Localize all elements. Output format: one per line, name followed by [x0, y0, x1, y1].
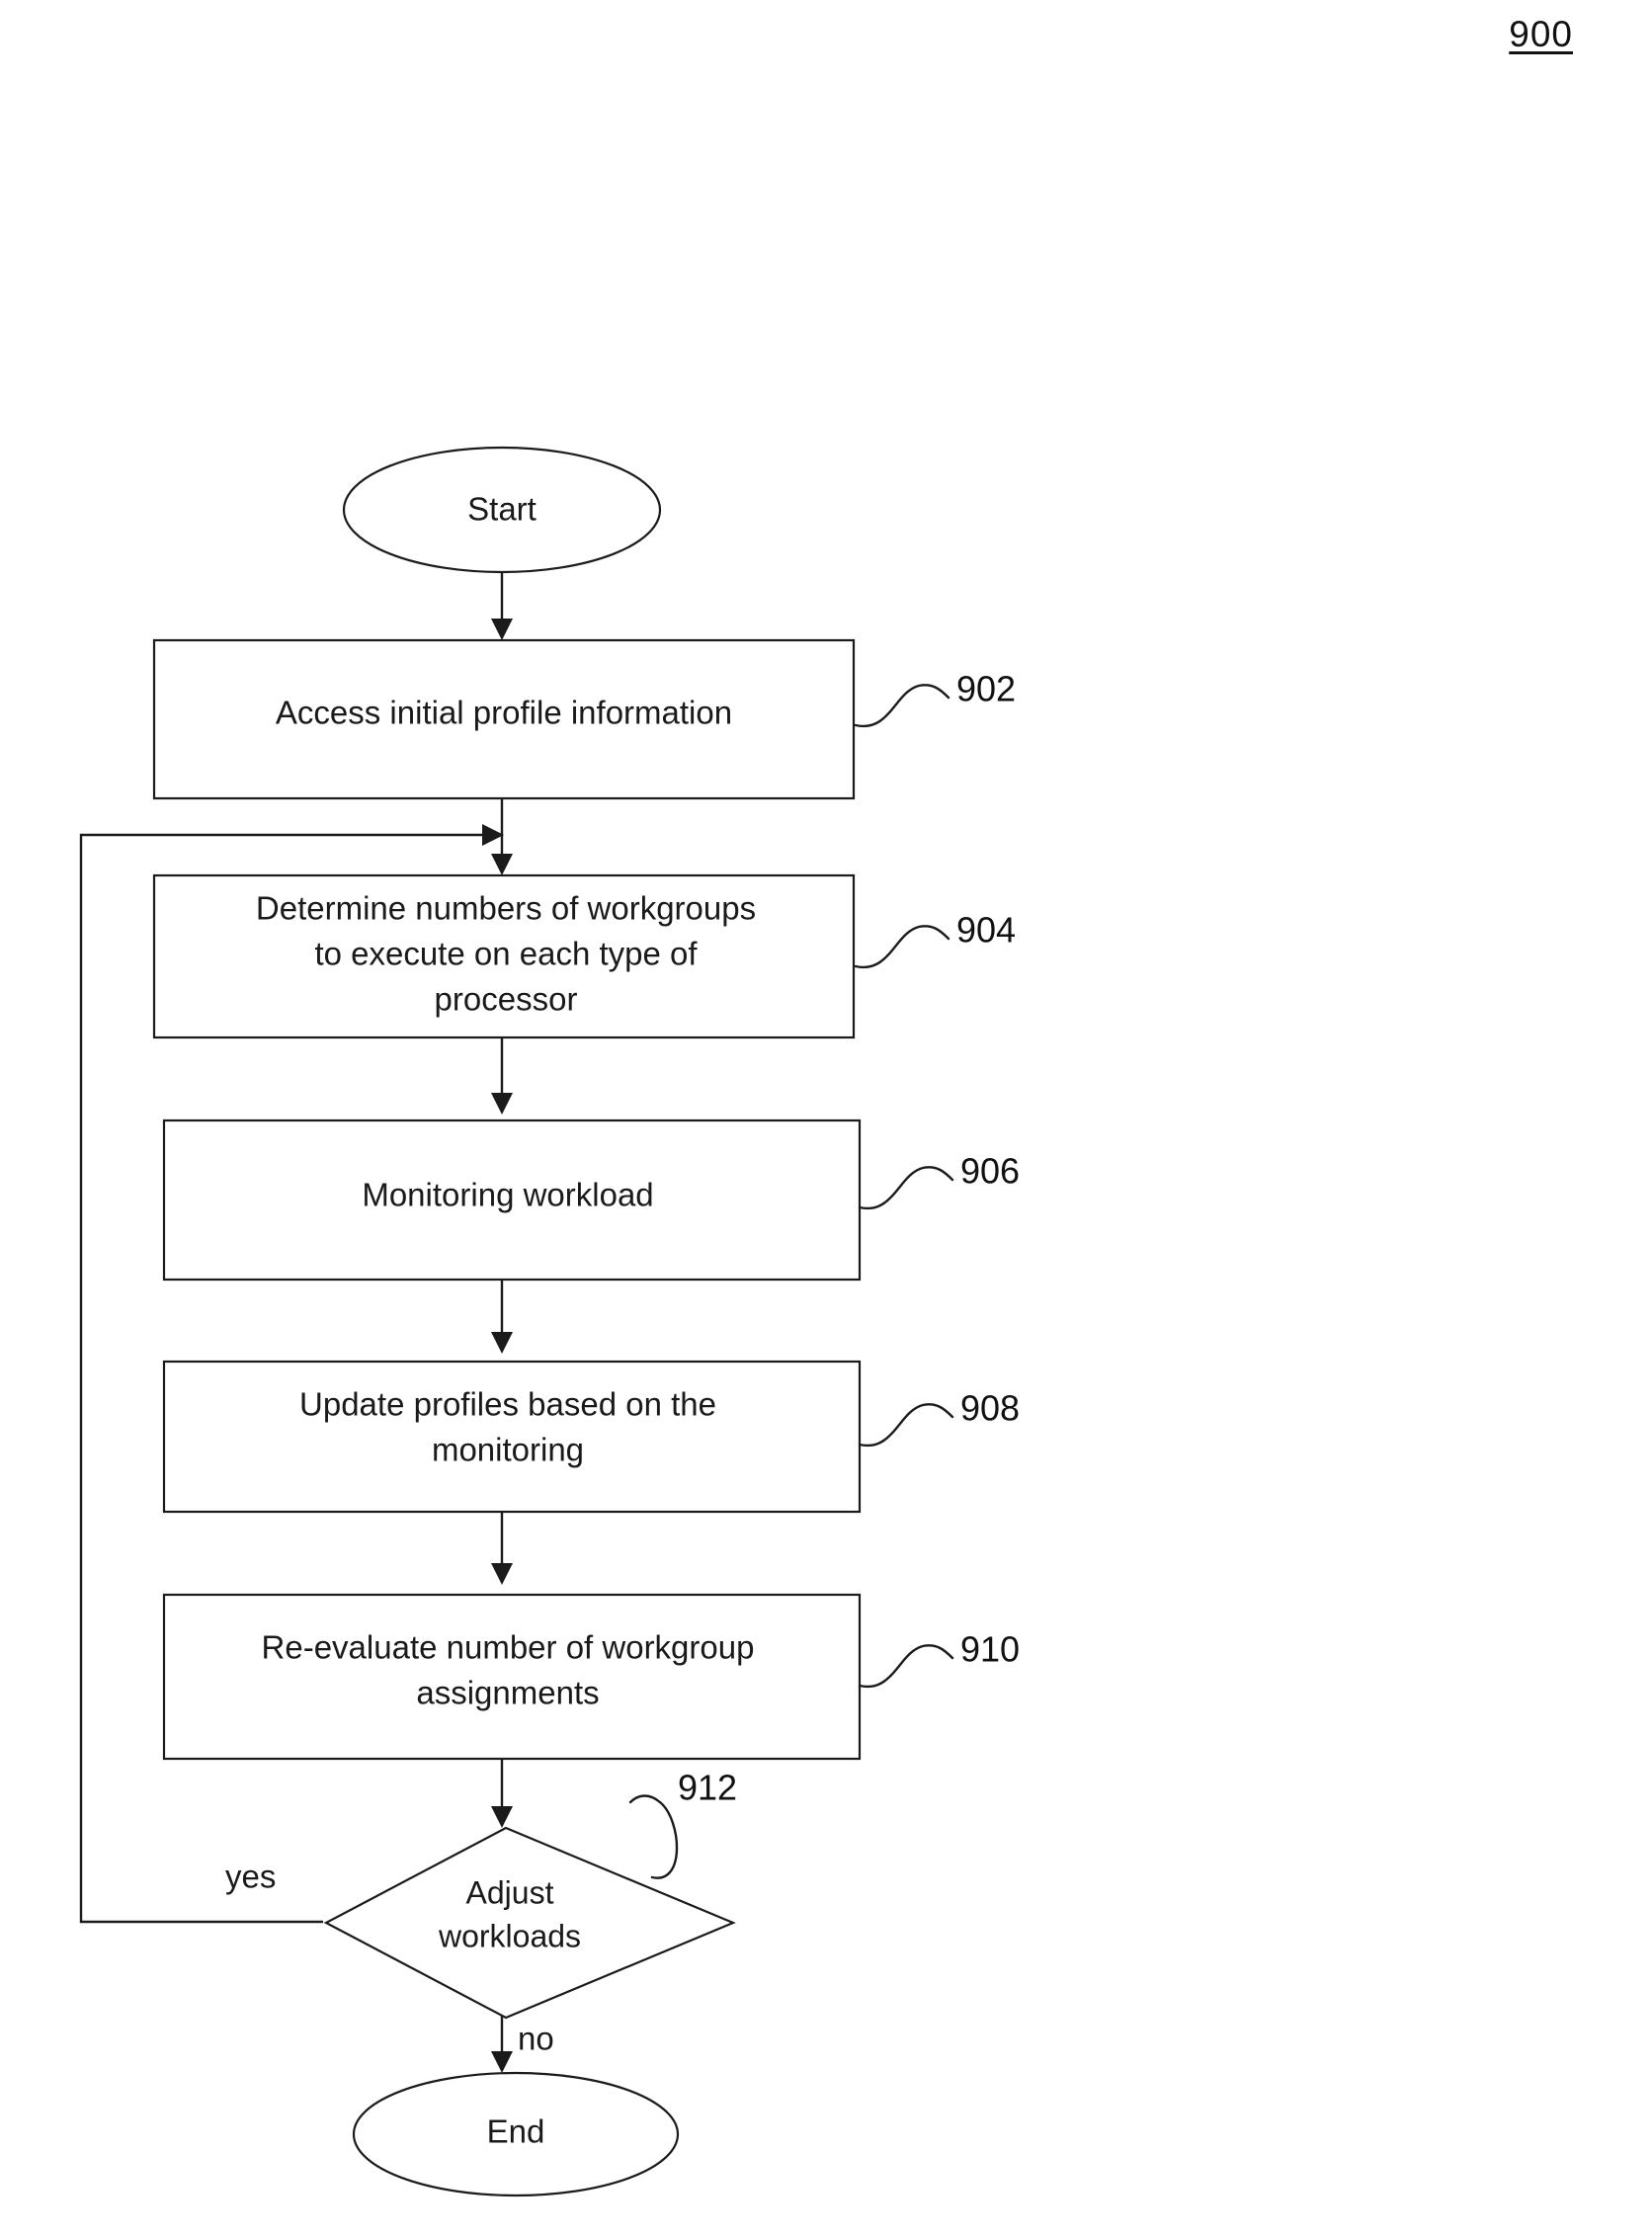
connector-906-to-908	[491, 1280, 513, 1354]
ref-label-906: 906	[960, 1151, 1020, 1192]
ref-leader-902: 902	[854, 669, 1016, 728]
ref-leader-906: 906	[858, 1151, 1020, 1210]
ref-leader-912: 912	[628, 1768, 737, 1879]
ref-label-912: 912	[678, 1768, 737, 1808]
node-end-label: End	[487, 2113, 545, 2150]
node-step-906-label: Monitoring workload	[362, 1177, 653, 1213]
node-step-902[interactable]: Access initial profile information	[152, 638, 856, 800]
edge-label-no: no	[518, 2021, 554, 2057]
node-step-908-line1: Update profiles based on the	[299, 1386, 716, 1423]
node-decision-912[interactable]: Adjust workloads	[323, 1826, 736, 2020]
edge-label-yes: yes	[225, 1859, 276, 1895]
node-decision-912-line2: workloads	[438, 1918, 581, 1953]
node-step-910[interactable]: Re-evaluate number of workgroup assignme…	[162, 1593, 862, 1761]
flowchart-canvas: Start Access initial profile information…	[79, 446, 1020, 2197]
node-step-910-line2: assignments	[416, 1675, 599, 1711]
ref-label-904: 904	[956, 910, 1016, 951]
node-step-902-label: Access initial profile information	[276, 695, 732, 731]
ref-leader-904: 904	[854, 910, 1016, 969]
connector-910-to-912	[491, 1759, 513, 1828]
node-end[interactable]: End	[352, 2071, 680, 2197]
node-start-label: Start	[467, 491, 537, 528]
connector-908-to-910	[491, 1510, 513, 1585]
node-step-908-line2: monitoring	[432, 1432, 584, 1468]
node-step-904-line3: processor	[435, 981, 578, 1018]
node-step-906[interactable]: Monitoring workload	[162, 1118, 862, 1282]
connector-904-to-906	[491, 1037, 513, 1115]
connector-912-to-end	[491, 2016, 513, 2073]
ref-label-908: 908	[960, 1388, 1020, 1429]
node-step-904-line1: Determine numbers of workgroups	[256, 890, 756, 927]
ref-label-902: 902	[956, 669, 1016, 709]
node-decision-912-line1: Adjust	[466, 1874, 554, 1910]
node-step-908[interactable]: Update profiles based on the monitoring	[162, 1360, 862, 1514]
ref-leader-910: 910	[858, 1629, 1020, 1689]
ref-label-910: 910	[960, 1629, 1020, 1670]
node-start[interactable]: Start	[342, 446, 662, 574]
ref-leader-908: 908	[858, 1388, 1020, 1448]
figure-root: 900 Start Access initial profile informa…	[0, 0, 1652, 2236]
node-step-910-line1: Re-evaluate number of workgroup	[262, 1629, 755, 1666]
node-step-904[interactable]: Determine numbers of workgroups to execu…	[152, 873, 856, 1039]
node-step-904-line2: to execute on each type of	[314, 936, 698, 972]
